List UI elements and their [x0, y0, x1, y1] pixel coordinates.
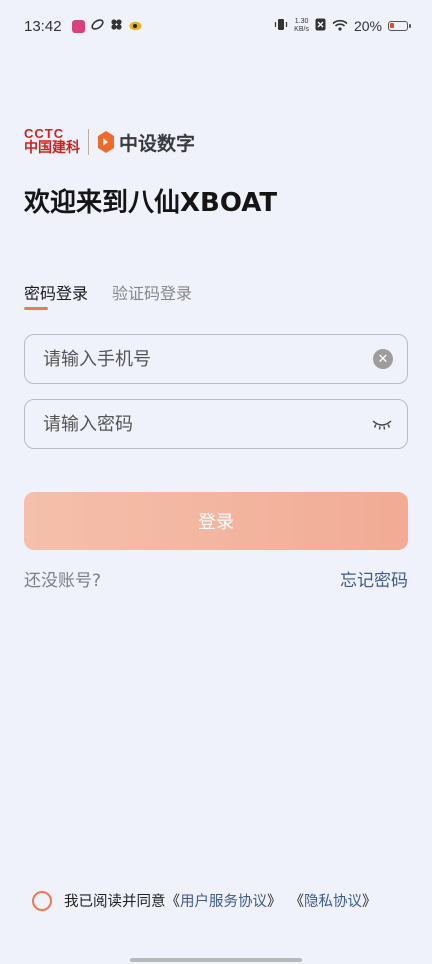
active-tab-indicator — [24, 307, 48, 310]
bracket-close-1: 》 — [267, 894, 282, 910]
phone-field: ✕ — [24, 334, 408, 384]
status-left: 13:42 — [24, 18, 143, 35]
status-bar: 13:42 1.30 KB/s 20% — [0, 0, 432, 52]
bracket-open-1: 《 — [165, 894, 181, 910]
user-service-agreement-link[interactable]: 用户服务协议 — [180, 890, 267, 911]
cctc-logo-bottom: 中国建科 — [24, 140, 80, 156]
clover-icon — [110, 18, 123, 34]
agreement-prefix: 我已阅读并同意 — [64, 894, 166, 910]
password-input[interactable] — [43, 413, 371, 435]
privacy-agreement-link[interactable]: 隐私协议 — [304, 890, 362, 911]
eye-closed-icon[interactable] — [371, 417, 393, 431]
agreement-checkbox[interactable] — [32, 890, 52, 911]
sim-off-icon — [315, 18, 326, 34]
login-tabs: 密码登录 验证码登录 — [24, 280, 192, 312]
link-row: 还没账号? 忘记密码 — [24, 566, 408, 591]
wifi-icon — [332, 18, 348, 34]
brand-logos: CCTC 中国建科 中设数字 — [24, 126, 195, 158]
cctc-logo-top: CCTC — [24, 126, 65, 141]
battery-icon — [388, 21, 411, 31]
zhongshe-logo-icon — [97, 130, 115, 154]
zhongshe-logo-text: 中设数字 — [119, 132, 196, 155]
app-notification-icon — [71, 19, 85, 33]
status-right: 1.30 KB/s 20% — [274, 18, 411, 34]
register-link[interactable]: 还没账号? — [24, 566, 101, 591]
network-speed: 1.30 KB/s — [294, 18, 309, 34]
login-button[interactable]: 登录 — [24, 492, 408, 550]
logo-divider — [88, 129, 89, 155]
bracket-close-2: 》 — [362, 894, 377, 910]
weibo-icon — [129, 18, 143, 34]
home-indicator[interactable] — [130, 958, 302, 962]
forgot-password-link[interactable]: 忘记密码 — [340, 566, 408, 591]
agreement-row: 我已阅读并同意 《 用户服务协议 》 《 隐私协议 》 — [32, 890, 377, 911]
cctc-logo: CCTC 中国建科 — [24, 126, 80, 156]
tab-code-login[interactable]: 验证码登录 — [112, 280, 192, 312]
password-field — [24, 399, 408, 449]
bracket-open-2: 《 — [289, 894, 305, 910]
clear-icon[interactable]: ✕ — [373, 349, 393, 369]
speed-unit: KB/s — [294, 26, 309, 33]
vibrate-icon — [274, 18, 288, 34]
speed-value: 1.30 — [294, 18, 309, 25]
welcome-title: 欢迎来到八仙XBOAT — [24, 188, 278, 218]
status-time: 13:42 — [24, 17, 62, 35]
phone-input[interactable] — [43, 348, 373, 370]
battery-level: 20% — [353, 18, 382, 34]
swirl-icon — [90, 18, 104, 34]
